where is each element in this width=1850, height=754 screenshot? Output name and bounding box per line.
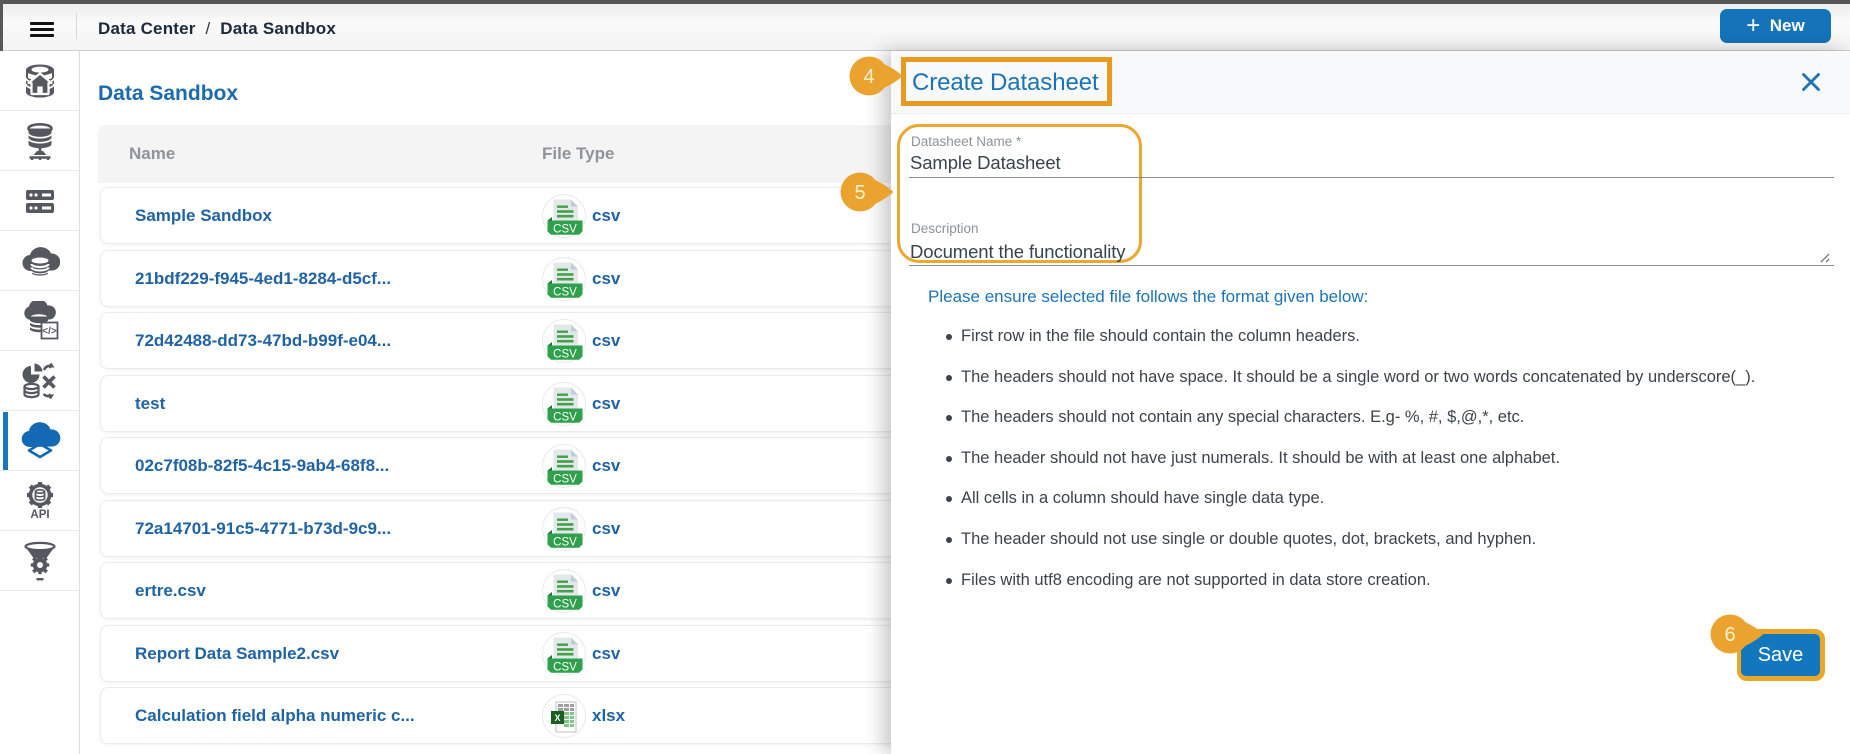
svg-text:CSV: CSV: [553, 349, 577, 361]
svg-text:</>: </>: [42, 326, 57, 337]
svg-text:CSV: CSV: [553, 661, 577, 673]
svg-text:CSV: CSV: [553, 536, 577, 548]
svg-text:CSV: CSV: [553, 599, 577, 611]
svg-text:CSV: CSV: [553, 474, 577, 486]
svg-text:6: 6: [1724, 624, 1735, 646]
svg-text:CSV: CSV: [553, 224, 577, 236]
svg-text:CSV: CSV: [553, 286, 577, 298]
svg-text:CSV: CSV: [553, 411, 577, 423]
svg-text:4: 4: [863, 66, 874, 88]
svg-text:X: X: [554, 713, 560, 723]
svg-text:API: API: [30, 509, 49, 521]
svg-text:5: 5: [854, 182, 865, 204]
